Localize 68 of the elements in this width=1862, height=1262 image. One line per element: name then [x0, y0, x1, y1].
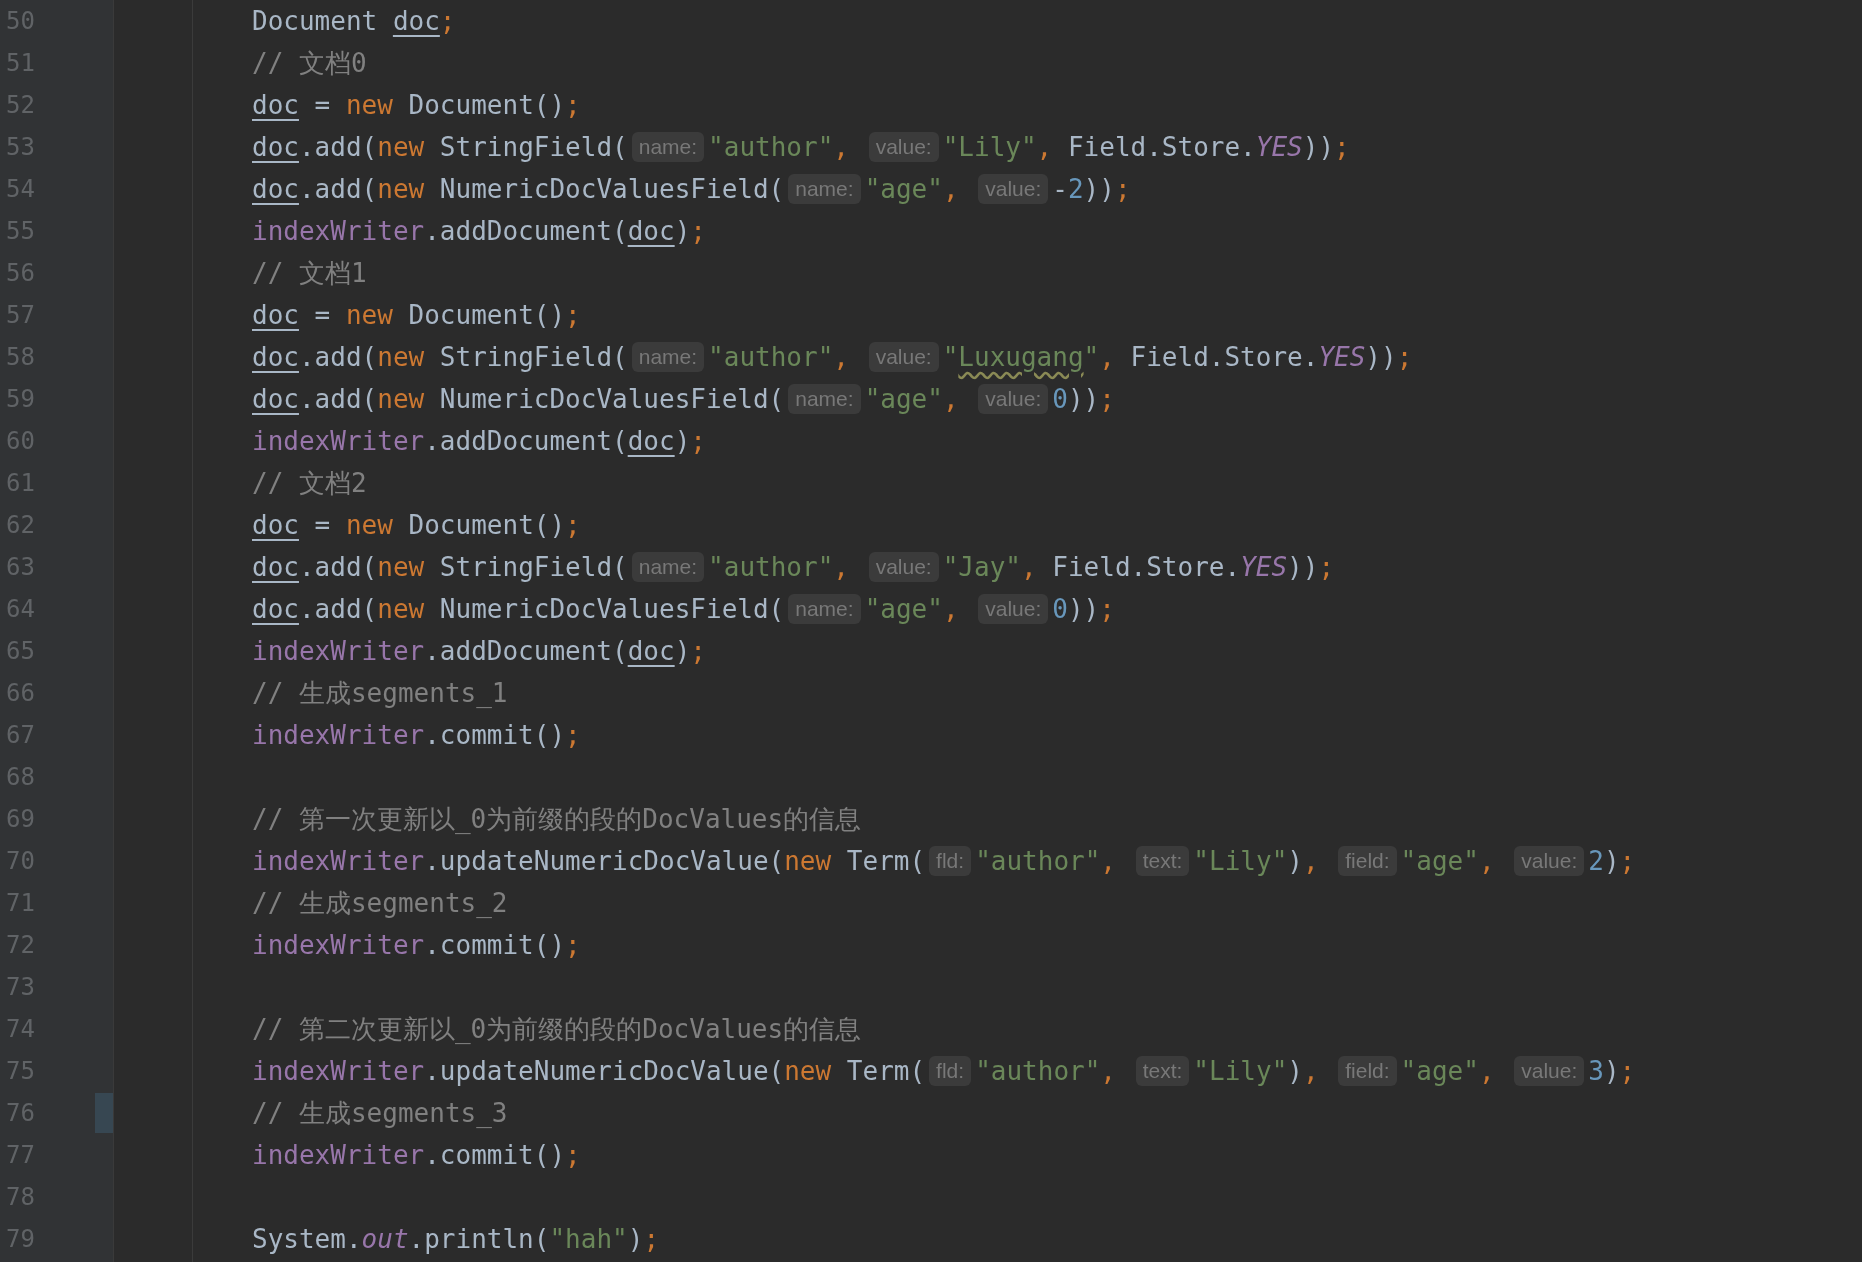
code-text: 3);	[1588, 1056, 1636, 1086]
parameter-hint: fld:	[929, 1056, 972, 1086]
code-text: "age",	[864, 594, 960, 624]
code-text: 0));	[1052, 594, 1115, 624]
code-text: System.out.println("hah");	[252, 1224, 660, 1254]
code-text: -2));	[1052, 174, 1131, 204]
parameter-hint: name:	[788, 594, 861, 624]
code-text: doc = new Document();	[252, 300, 581, 330]
parameter-hint: text:	[1135, 846, 1190, 876]
code-text: // 生成segments_2	[252, 886, 508, 920]
parameter-hint: value:	[868, 552, 939, 582]
code-text: doc = new Document();	[252, 510, 581, 540]
parameter-hint: value:	[978, 384, 1049, 414]
code-text: indexWriter.updateNumericDocValue(new Term(	[252, 846, 926, 876]
parameter-hint: name:	[631, 552, 705, 582]
code-text: doc.add(new StringField(	[252, 342, 628, 372]
change-marker[interactable]	[95, 1093, 113, 1133]
code-text: "author",	[975, 846, 1117, 876]
code-text: indexWriter.updateNumericDocValue(new Term(	[252, 1056, 926, 1086]
code-text: // 文档2	[252, 466, 367, 500]
code-text: doc.add(new StringField(	[252, 552, 628, 582]
code-text: "author",	[708, 132, 850, 162]
code-text: "age",	[864, 384, 960, 414]
code-text: // 生成segments_3	[252, 1096, 508, 1130]
parameter-hint: value:	[1514, 1056, 1585, 1086]
code-text: indexWriter.addDocument(doc);	[252, 216, 706, 246]
code-text: indexWriter.commit();	[252, 720, 581, 750]
parameter-hint: name:	[788, 384, 861, 414]
code-text: // 文档0	[252, 46, 367, 80]
code-text: // 第二次更新以_0为前缀的段的DocValues的信息	[252, 1012, 862, 1046]
code-text: // 文档1	[252, 256, 367, 290]
code-text: "Lily"),	[1193, 1056, 1320, 1086]
parameter-hint: value:	[978, 594, 1049, 624]
parameter-hint: value:	[1514, 846, 1585, 876]
code-text: "Jay", Field.Store.YES));	[942, 552, 1335, 582]
code-text: // 生成segments_1	[252, 676, 508, 710]
parameter-hint: value:	[868, 132, 939, 162]
code-text: doc.add(new NumericDocValuesField(	[252, 174, 785, 204]
code-text: doc.add(new NumericDocValuesField(	[252, 594, 785, 624]
code-text: indexWriter.addDocument(doc);	[252, 636, 706, 666]
code-text: // 第一次更新以_0为前缀的段的DocValues的信息	[252, 802, 862, 836]
parameter-hint: value:	[868, 342, 939, 372]
code-text: "age",	[864, 174, 960, 204]
parameter-hint: name:	[788, 174, 861, 204]
parameter-hint: text:	[1135, 1056, 1190, 1086]
code-text: doc = new Document();	[252, 90, 581, 120]
code-text: "Luxugang", Field.Store.YES));	[942, 342, 1413, 372]
code-text: "Lily", Field.Store.YES));	[942, 132, 1350, 162]
parameter-hint: value:	[978, 174, 1049, 204]
parameter-hint: field:	[1338, 846, 1397, 876]
parameter-hint: name:	[631, 132, 705, 162]
code-text: indexWriter.commit();	[252, 1140, 581, 1170]
code-text: "author",	[975, 1056, 1117, 1086]
code-text: 2);	[1588, 846, 1636, 876]
code-text: "age",	[1400, 1056, 1496, 1086]
code-text: doc.add(new StringField(	[252, 132, 628, 162]
parameter-hint: name:	[631, 342, 705, 372]
code-text: "author",	[708, 342, 850, 372]
code-text: "age",	[1400, 846, 1496, 876]
parameter-hint: field:	[1338, 1056, 1397, 1086]
code-text: 0));	[1052, 384, 1115, 414]
code-text: Document doc;	[252, 6, 456, 36]
parameter-hint: fld:	[929, 846, 972, 876]
code-text: indexWriter.commit();	[252, 930, 581, 960]
code-text: indexWriter.addDocument(doc);	[252, 426, 706, 456]
code-text: doc.add(new NumericDocValuesField(	[252, 384, 785, 414]
code-text: "Lily"),	[1193, 846, 1320, 876]
code-text: "author",	[708, 552, 850, 582]
